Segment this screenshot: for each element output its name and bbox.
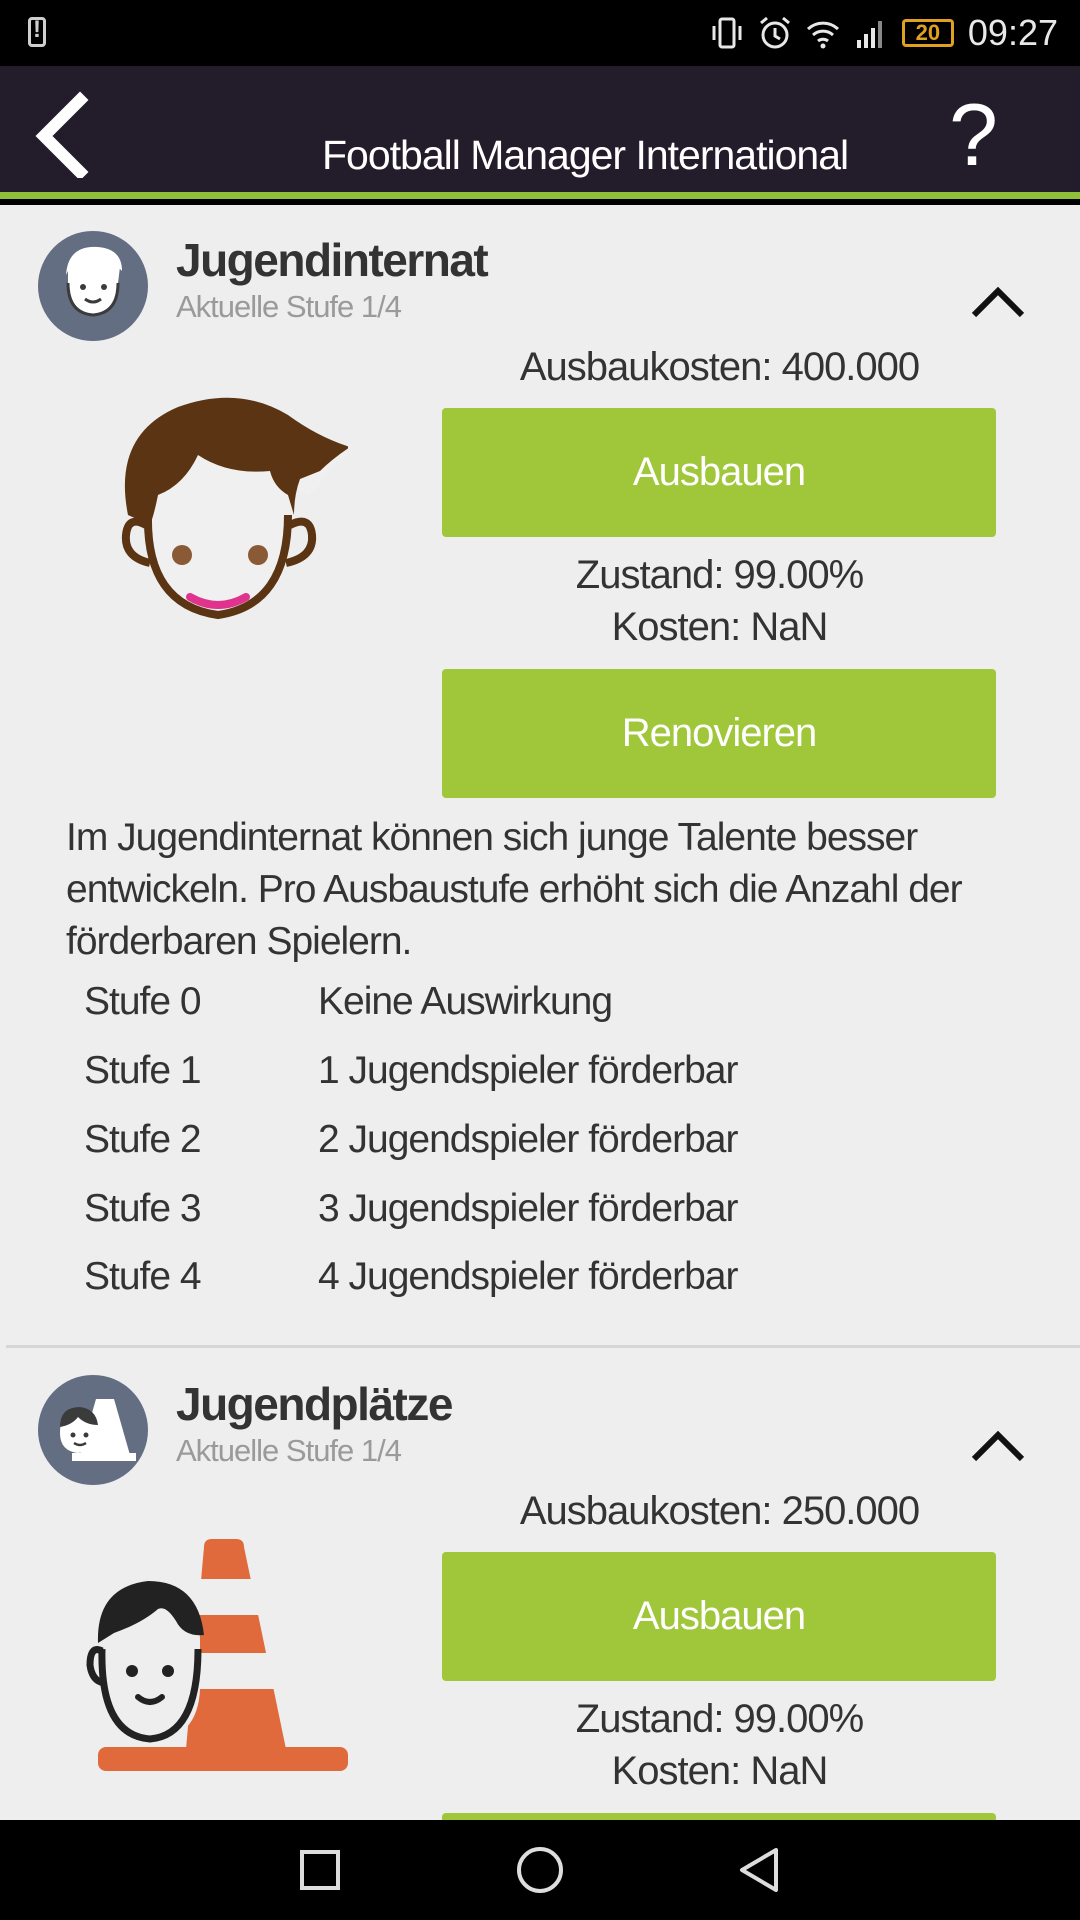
level-row: Stufe 1 1 Jugendspieler förderbar <box>84 1049 884 1117</box>
level-effect: 4 Jugendspieler förderbar <box>318 1255 738 1298</box>
signal-icon <box>856 21 882 48</box>
battery-icon: 20 <box>901 19 954 47</box>
status-icons: 20 09:27 <box>710 10 1058 56</box>
status-time: 09:27 <box>967 12 1058 53</box>
renovate-button[interactable]: Renovieren <box>442 669 996 798</box>
level-name: Stufe 1 <box>84 1049 202 1092</box>
system-nav-bar <box>0 1820 1080 1920</box>
renovation-cost: Kosten: NaN <box>611 605 829 649</box>
level-name: Stufe 4 <box>84 1255 202 1298</box>
alarm-icon <box>759 16 790 49</box>
level-row: Stufe 4 4 Jugendspieler förderbar <box>84 1255 884 1323</box>
level-effect: 2 Jugendspieler förderbar <box>318 1118 738 1161</box>
recent-apps-icon[interactable] <box>290 1840 350 1900</box>
upgrade-cost: Ausbaukosten: 250.000 <box>519 1489 920 1533</box>
condition-text: Zustand: 99.00% <box>575 1697 864 1741</box>
youth-cone-illustration <box>86 1539 348 1771</box>
facilities-list[interactable]: Jugendinternat Aktuelle Stufe 1/4 Ausbau… <box>0 205 1080 1820</box>
facility-level: Aktuelle Stufe 1/4 <box>176 1433 402 1468</box>
level-name: Stufe 3 <box>84 1187 202 1230</box>
back-nav-icon[interactable] <box>730 1840 790 1900</box>
app-title: Football Manager International <box>322 132 849 178</box>
condition-text: Zustand: 99.00% <box>575 553 864 597</box>
chevron-up-icon[interactable] <box>970 1429 1026 1465</box>
facility-title: Jugendplätze <box>176 1378 453 1430</box>
help-button[interactable]: ? <box>949 84 998 186</box>
youth-academy-avatar-icon <box>38 231 148 341</box>
renovation-cost: Kosten: NaN <box>611 1749 829 1793</box>
level-effect: 1 Jugendspieler förderbar <box>318 1049 738 1092</box>
app-bar: Football Manager International ? <box>0 66 1080 199</box>
upgrade-cost: Ausbaukosten: 400.000 <box>519 345 920 389</box>
youth-face-illustration <box>121 397 348 620</box>
level-row: Stufe 2 2 Jugendspieler förderbar <box>84 1118 884 1186</box>
level-effect: 3 Jugendspieler förderbar <box>318 1187 738 1230</box>
home-icon[interactable] <box>510 1840 570 1900</box>
upgrade-button[interactable]: Ausbauen <box>442 1552 996 1681</box>
status-bar: 20 09:27 <box>0 0 1080 66</box>
level-effect: Keine Auswirkung <box>318 980 613 1023</box>
section-divider <box>6 1345 1080 1348</box>
wifi-icon <box>806 21 839 49</box>
facility-level: Aktuelle Stufe 1/4 <box>176 289 402 324</box>
vibrate-icon <box>712 17 742 49</box>
youth-pitches-avatar-icon <box>38 1375 148 1485</box>
facility-title: Jugendinternat <box>176 234 489 286</box>
facility-description: Im Jugendinternat können sich junge Tale… <box>66 816 963 963</box>
chevron-up-icon[interactable] <box>970 285 1026 321</box>
level-row: Stufe 3 3 Jugendspieler förderbar <box>84 1187 884 1255</box>
level-row: Stufe 0 Keine Auswirkung <box>84 980 884 1048</box>
back-arrow-icon[interactable] <box>30 88 100 178</box>
level-name: Stufe 0 <box>84 980 202 1023</box>
warning-icon <box>28 16 46 47</box>
level-name: Stufe 2 <box>84 1118 202 1161</box>
renovate-button[interactable] <box>442 1813 996 1820</box>
upgrade-button[interactable]: Ausbauen <box>442 408 996 537</box>
